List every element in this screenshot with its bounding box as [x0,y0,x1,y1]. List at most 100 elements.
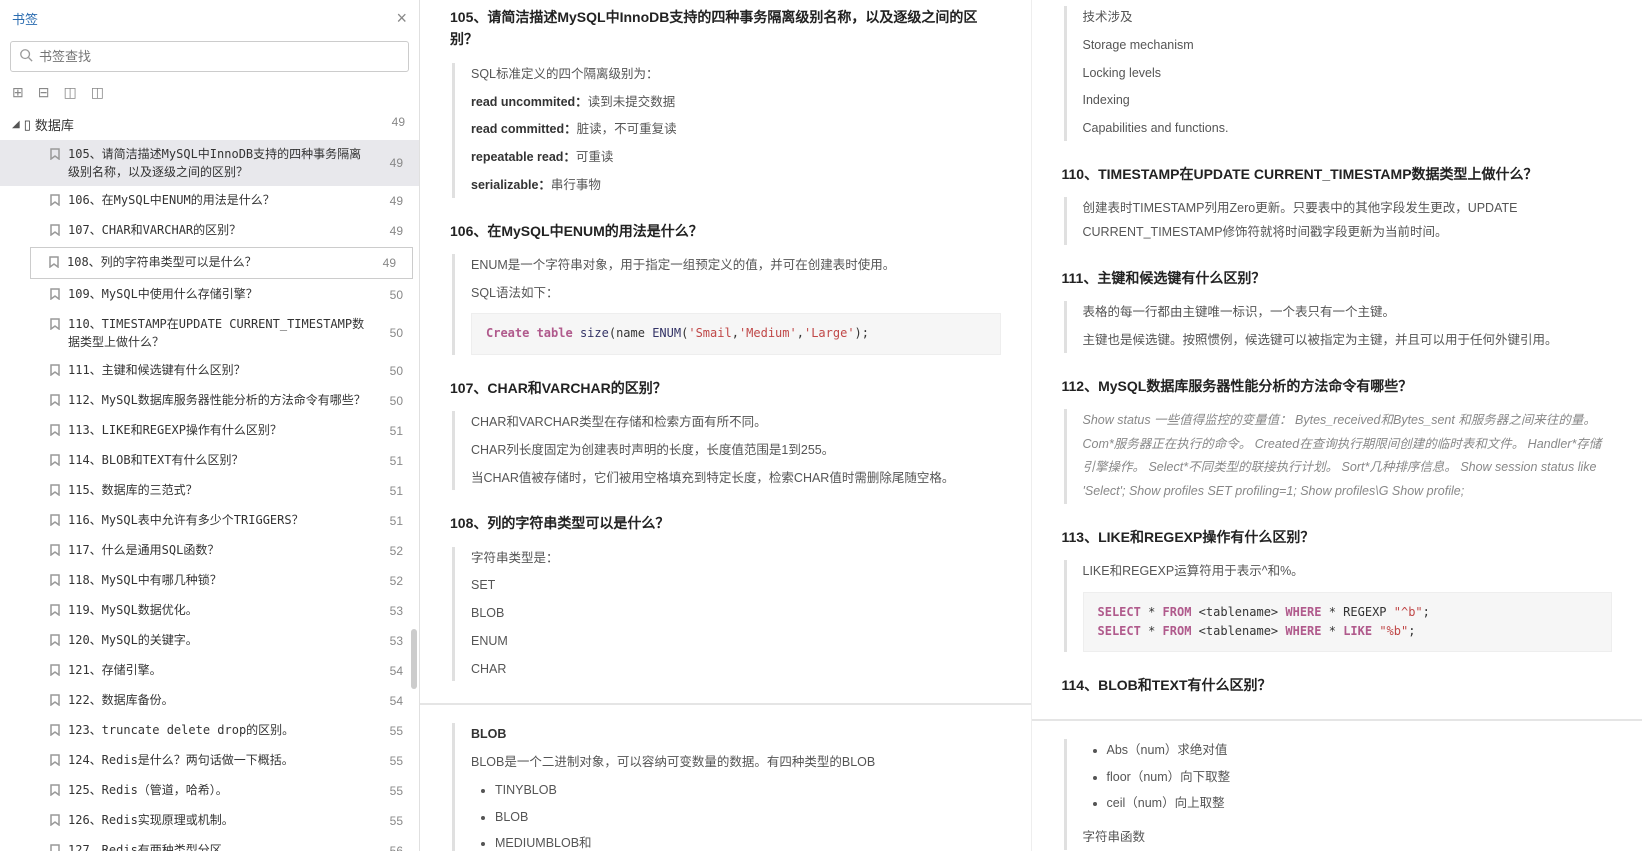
bookmark-item[interactable]: 118、MySQL中有哪几种锁？52 [0,566,419,596]
question-107: 107、CHAR和VARCHAR的区别？ CHAR和VARCHAR类型在存储和检… [450,377,1001,491]
bookmark-item[interactable]: 117、什么是通用SQL函数？52 [0,536,419,566]
bookmark-label: 112、MySQL数据库服务器性能分析的方法命令有哪些？ [68,391,409,409]
page-number: 55 [390,722,403,740]
q-title: 111、主键和候选键有什么区别？ [1062,267,1613,289]
bookmark-item[interactable]: 124、Redis是什么？两句话做一下概括。55 [0,746,419,776]
question-106: 106、在MySQL中ENUM的用法是什么？ ENUM是一个字符串对象，用于指定… [450,220,1001,355]
bookmark-icon [50,633,62,651]
bookmark-item[interactable]: 106、在MySQL中ENUM的用法是什么？49 [0,186,419,216]
bookmark-item[interactable]: 121、存储引擎。54 [0,656,419,686]
bookmark-item[interactable]: 107、CHAR和VARCHAR的区别？49 [0,216,419,246]
scrollbar[interactable] [411,109,417,851]
search-input[interactable] [39,49,400,64]
page-number: 53 [390,632,403,650]
page-number: 50 [390,286,403,304]
bookmark-icon [50,603,62,621]
content-area: 105、请简洁描述MySQL中InnoDB支持的四种事务隔离级别名称，以及逐级之… [420,0,1642,851]
bookmark-item[interactable]: 123、truncate delete drop的区别。55 [0,716,419,746]
page-number: 56 [390,842,403,851]
bookmark-icon [50,693,62,711]
bookmark-label: 126、Redis实现原理或机制。 [68,811,409,829]
question-112: 112、MySQL数据库服务器性能分析的方法命令有哪些？ Show status… [1062,375,1613,504]
bookmark-item[interactable]: 126、Redis实现原理或机制。55 [0,806,419,836]
bookmark-label: 119、MySQL数据优化。 [68,601,409,619]
sidebar-title: 书签 [12,9,38,28]
page-number: 52 [390,572,403,590]
page-left: 105、请简洁描述MySQL中InnoDB支持的四种事务隔离级别名称，以及逐级之… [420,0,1031,851]
bookmark-item[interactable]: 116、MySQL表中允许有多少个TRIGGERS？51 [0,506,419,536]
bookmark-item[interactable]: 105、请简洁描述MySQL中InnoDB支持的四种事务隔离级别名称，以及逐级之… [0,140,419,186]
new-bookmark-icon[interactable]: ⊞ [12,84,24,101]
q-title: 105、请简洁描述MySQL中InnoDB支持的四种事务隔离级别名称，以及逐级之… [450,6,1001,51]
bookmark-label: 121、存储引擎。 [68,661,409,679]
bookmark-icon[interactable]: ◫ [63,84,76,101]
bookmark-label: 116、MySQL表中允许有多少个TRIGGERS？ [68,511,409,529]
page-number: 55 [390,812,403,830]
code-block: Create table size(name ENUM('Smail,'Medi… [471,313,1001,354]
page-right: 技术涉及 Storage mechanism Locking levels In… [1031,0,1642,851]
search-icon [19,48,39,65]
q-title: 110、TIMESTAMP在UPDATE CURRENT_TIMESTAMP数据… [1062,163,1613,185]
bookmark-alt-icon[interactable]: ◫ [91,84,104,101]
expand-icon: ◢ [12,119,20,130]
bookmark-label: 123、truncate delete drop的区别。 [68,721,409,739]
bookmark-icon [50,543,62,561]
bookmark-item[interactable]: 109、MySQL中使用什么存储引擎？50 [0,280,419,310]
tree-root[interactable]: ◢ ▯ 数据库 49 [0,109,419,140]
bookmark-item[interactable]: 108、列的字符串类型可以是什么？49 [30,247,413,279]
page-number: 50 [390,362,403,380]
root-label: 数据库 [35,115,74,134]
bookmark-label: 113、LIKE和REGEXP操作有什么区别？ [68,421,409,439]
page-number: 55 [390,782,403,800]
bookmark-item[interactable]: 115、数据库的三范式？51 [0,476,419,506]
code-block: SELECT * FROM <tablename> WHERE * REGEXP… [1083,592,1613,652]
bookmark-label: 111、主键和候选键有什么区别？ [68,361,409,379]
bookmark-icon [50,393,62,411]
bookmark-label: 122、数据库备份。 [68,691,409,709]
bookmark-label: 105、请简洁描述MySQL中InnoDB支持的四种事务隔离级别名称，以及逐级之… [68,145,409,181]
question-110: 110、TIMESTAMP在UPDATE CURRENT_TIMESTAMP数据… [1062,163,1613,245]
bookmark-icon [50,223,62,241]
page-number: 55 [390,752,403,770]
bookmark-item[interactable]: 111、主键和候选键有什么区别？50 [0,356,419,386]
page-number: 51 [390,482,403,500]
topbox: 技术涉及 Storage mechanism Locking levels In… [1062,6,1613,141]
bookmark-icon [50,753,62,771]
page-number: 50 [390,392,403,410]
bookmark-label: 109、MySQL中使用什么存储引擎？ [68,285,409,303]
page-number: 49 [390,192,403,210]
folder-icon: ▯ [24,117,31,133]
search-box[interactable] [10,41,409,72]
bookmark-label: 106、在MySQL中ENUM的用法是什么？ [68,191,409,209]
page-number: 51 [390,512,403,530]
bookmark-icon [50,193,62,211]
bookmark-item[interactable]: 122、数据库备份。54 [0,686,419,716]
bookmark-item[interactable]: 125、Redis（管道，哈希）。55 [0,776,419,806]
bookmark-icon [50,483,62,501]
bookmark-icon [50,813,62,831]
question-blob: BLOB BLOB是一个二进制对象，可以容纳可变数量的数据。有四种类型的BLOB… [450,723,1001,851]
bookmarks-sidebar: 书签 × ⊞ ⊟ ◫ ◫ ◢ ▯ 数据库 49 105、请简洁描述MySQL中I… [0,0,420,851]
bookmark-item[interactable]: 127、Redis有两种类型分区。56 [0,836,419,851]
close-icon[interactable]: × [396,8,407,29]
page-number: 54 [390,692,403,710]
bookmark-item[interactable]: 114、BLOB和TEXT有什么区别？51 [0,446,419,476]
q-title: 107、CHAR和VARCHAR的区别？ [450,377,1001,399]
bookmark-icon [50,663,62,681]
question-108: 108、列的字符串类型可以是什么？ 字符串类型是： SET BLOB ENUM … [450,512,1001,681]
bookmark-item[interactable]: 110、TIMESTAMP在UPDATE CURRENT_TIMESTAMP数据… [0,310,419,356]
bookmark-item[interactable]: 120、MySQL的关键字。53 [0,626,419,656]
bookmark-item[interactable]: 113、LIKE和REGEXP操作有什么区别？51 [0,416,419,446]
bookmark-item[interactable]: 112、MySQL数据库服务器性能分析的方法命令有哪些？50 [0,386,419,416]
bookmark-icon [49,255,61,273]
new-folder-icon[interactable]: ⊟ [38,84,50,101]
page-number: 49 [390,154,403,172]
bookmark-item[interactable]: 119、MySQL数据优化。53 [0,596,419,626]
functions: Abs（num）求绝对值 floor（num）向下取整 ceil（num）向上取… [1062,739,1613,850]
bookmark-label: 114、BLOB和TEXT有什么区别？ [68,451,409,469]
bookmark-icon [50,423,62,441]
bookmark-icon [50,843,62,851]
bookmark-label: 115、数据库的三范式？ [68,481,409,499]
q-title: 113、LIKE和REGEXP操作有什么区别？ [1062,526,1613,548]
page-number: 49 [390,222,403,240]
